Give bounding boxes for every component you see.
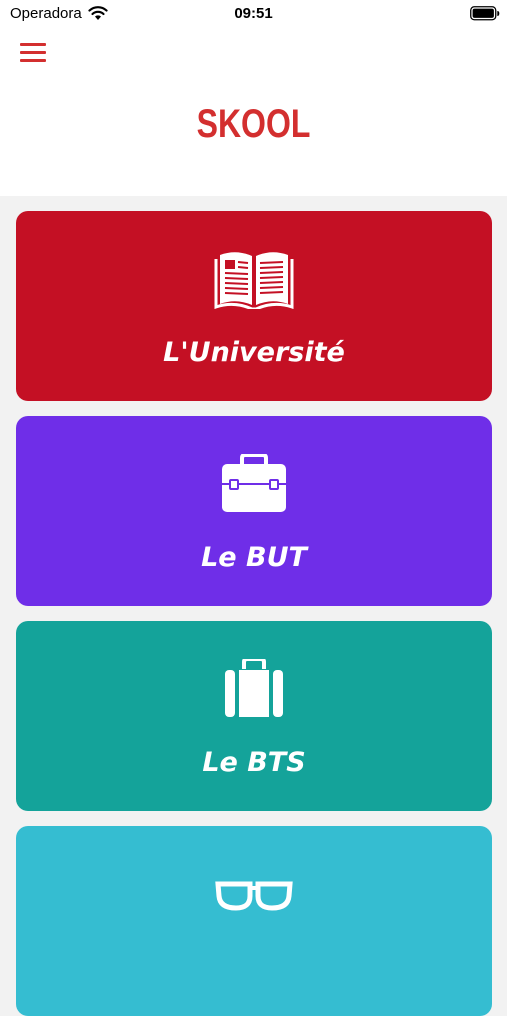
card-label: Le BUT [201,542,307,573]
battery-icon [470,6,500,21]
card-bts[interactable]: Le BTS [16,621,492,811]
card-label: L'Université [163,337,345,368]
book-icon [214,252,294,309]
suitcase-icon [225,659,283,717]
card-label: Le BTS [202,747,306,778]
status-bar: Operadora 09:51 [0,0,507,28]
card-partial[interactable] [16,826,492,1016]
app-title: SKOOL [196,102,311,146]
toolbox-icon [222,454,286,512]
card-but[interactable]: Le BUT [16,416,492,606]
status-time: 09:51 [234,5,273,22]
hamburger-menu-icon[interactable] [18,40,50,66]
category-list: L'Université Le BUT Le BTS [0,196,507,1016]
app-header: SKOOL [0,28,507,196]
glasses-icon [215,881,293,911]
card-universite[interactable]: L'Université [16,211,492,401]
